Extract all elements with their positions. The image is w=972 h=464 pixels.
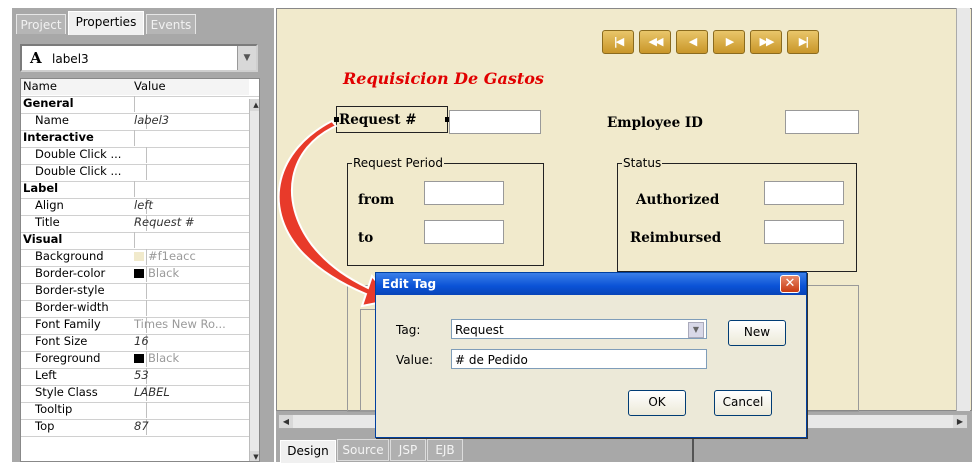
ok-button[interactable]: OK xyxy=(628,390,686,416)
close-icon[interactable]: ✕ xyxy=(780,275,800,293)
dialog-titlebar[interactable]: Edit Tag xyxy=(376,273,806,295)
cancel-button[interactable]: Cancel xyxy=(714,390,772,416)
chevron-down-icon[interactable]: ▼ xyxy=(688,322,704,338)
value-label: Value: xyxy=(396,353,433,367)
tag-select[interactable]: Request ▼ xyxy=(451,319,707,339)
tag-label: Tag: xyxy=(396,323,421,337)
dialog-title: Edit Tag xyxy=(382,277,437,291)
new-button[interactable]: New xyxy=(728,320,786,346)
edit-tag-dialog: Edit Tag ✕ Tag: Request ▼ New Value: # d… xyxy=(375,272,807,438)
value-input-text: # de Pedido xyxy=(455,353,528,367)
value-input[interactable]: # de Pedido xyxy=(451,349,707,369)
tag-select-value: Request xyxy=(455,323,504,337)
